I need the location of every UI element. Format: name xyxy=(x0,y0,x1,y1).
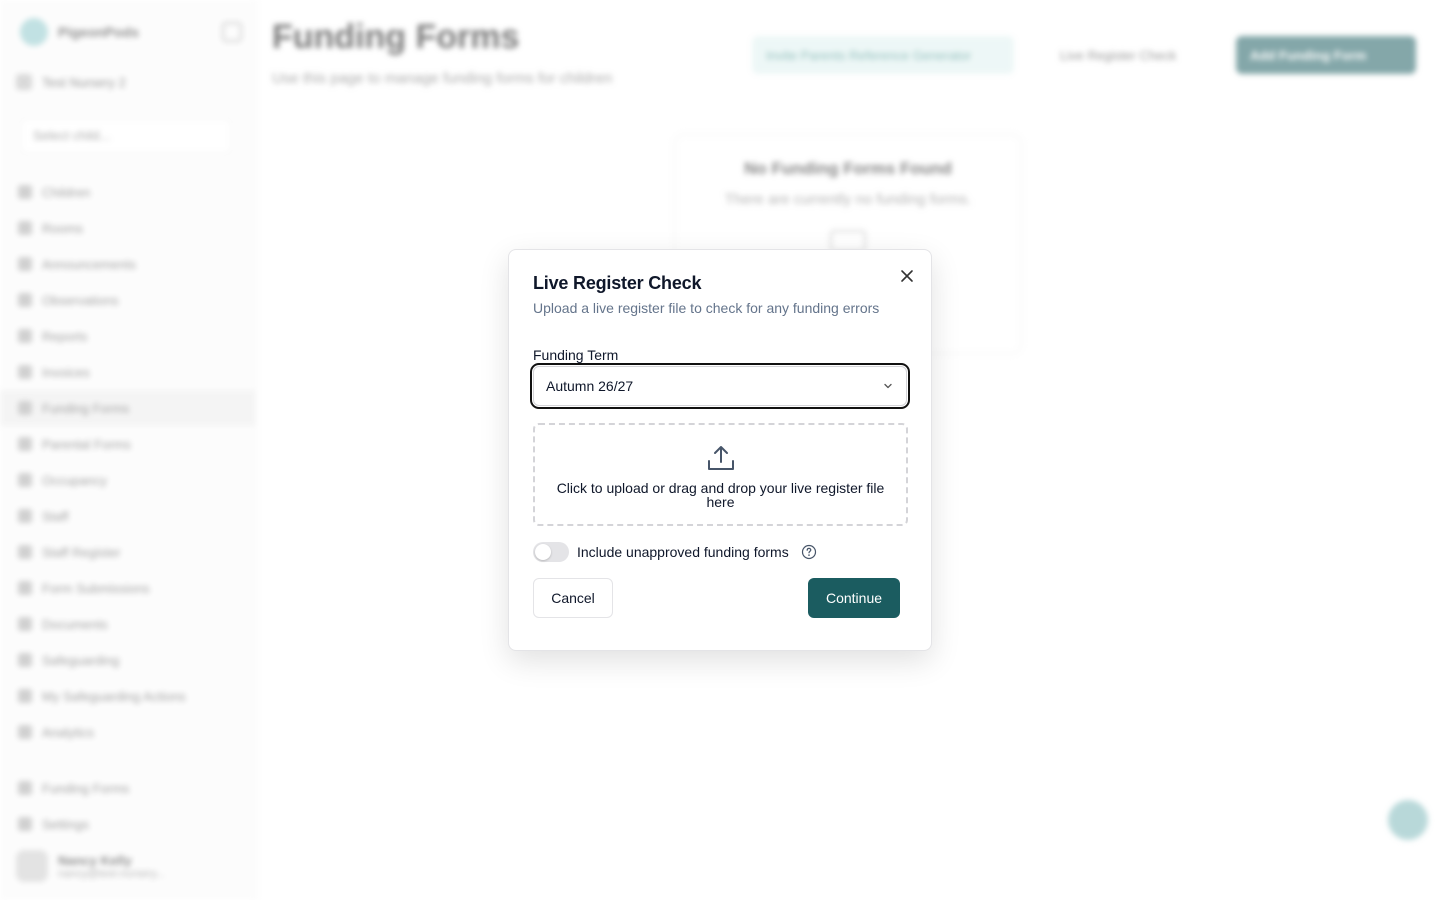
close-button[interactable] xyxy=(897,266,917,286)
close-icon xyxy=(901,270,913,282)
dialog-title: Live Register Check xyxy=(533,273,702,293)
upload-instructions: Click to upload or drag and drop your li… xyxy=(556,480,885,510)
upload-icon xyxy=(707,446,734,470)
file-upload-dropzone[interactable]: Click to upload or drag and drop your li… xyxy=(533,423,908,526)
help-circle-icon[interactable] xyxy=(801,544,817,560)
funding-term-select[interactable]: Autumn 26/27 xyxy=(530,363,910,409)
continue-button[interactable]: Continue xyxy=(808,578,900,618)
toggle-knob xyxy=(535,544,551,560)
unapproved-forms-toggle-row: Include unapproved funding forms xyxy=(533,542,817,562)
include-unapproved-label: Include unapproved funding forms xyxy=(577,544,789,560)
cancel-button[interactable]: Cancel xyxy=(533,578,613,618)
dialog-description: Upload a live register file to check for… xyxy=(533,300,880,316)
live-register-check-dialog: Live Register Check Upload a live regist… xyxy=(508,249,932,651)
include-unapproved-toggle[interactable] xyxy=(533,542,569,562)
chevron-down-icon xyxy=(884,383,892,389)
funding-term-label: Funding Term xyxy=(533,347,619,363)
funding-term-value: Autumn 26/27 xyxy=(546,378,634,394)
